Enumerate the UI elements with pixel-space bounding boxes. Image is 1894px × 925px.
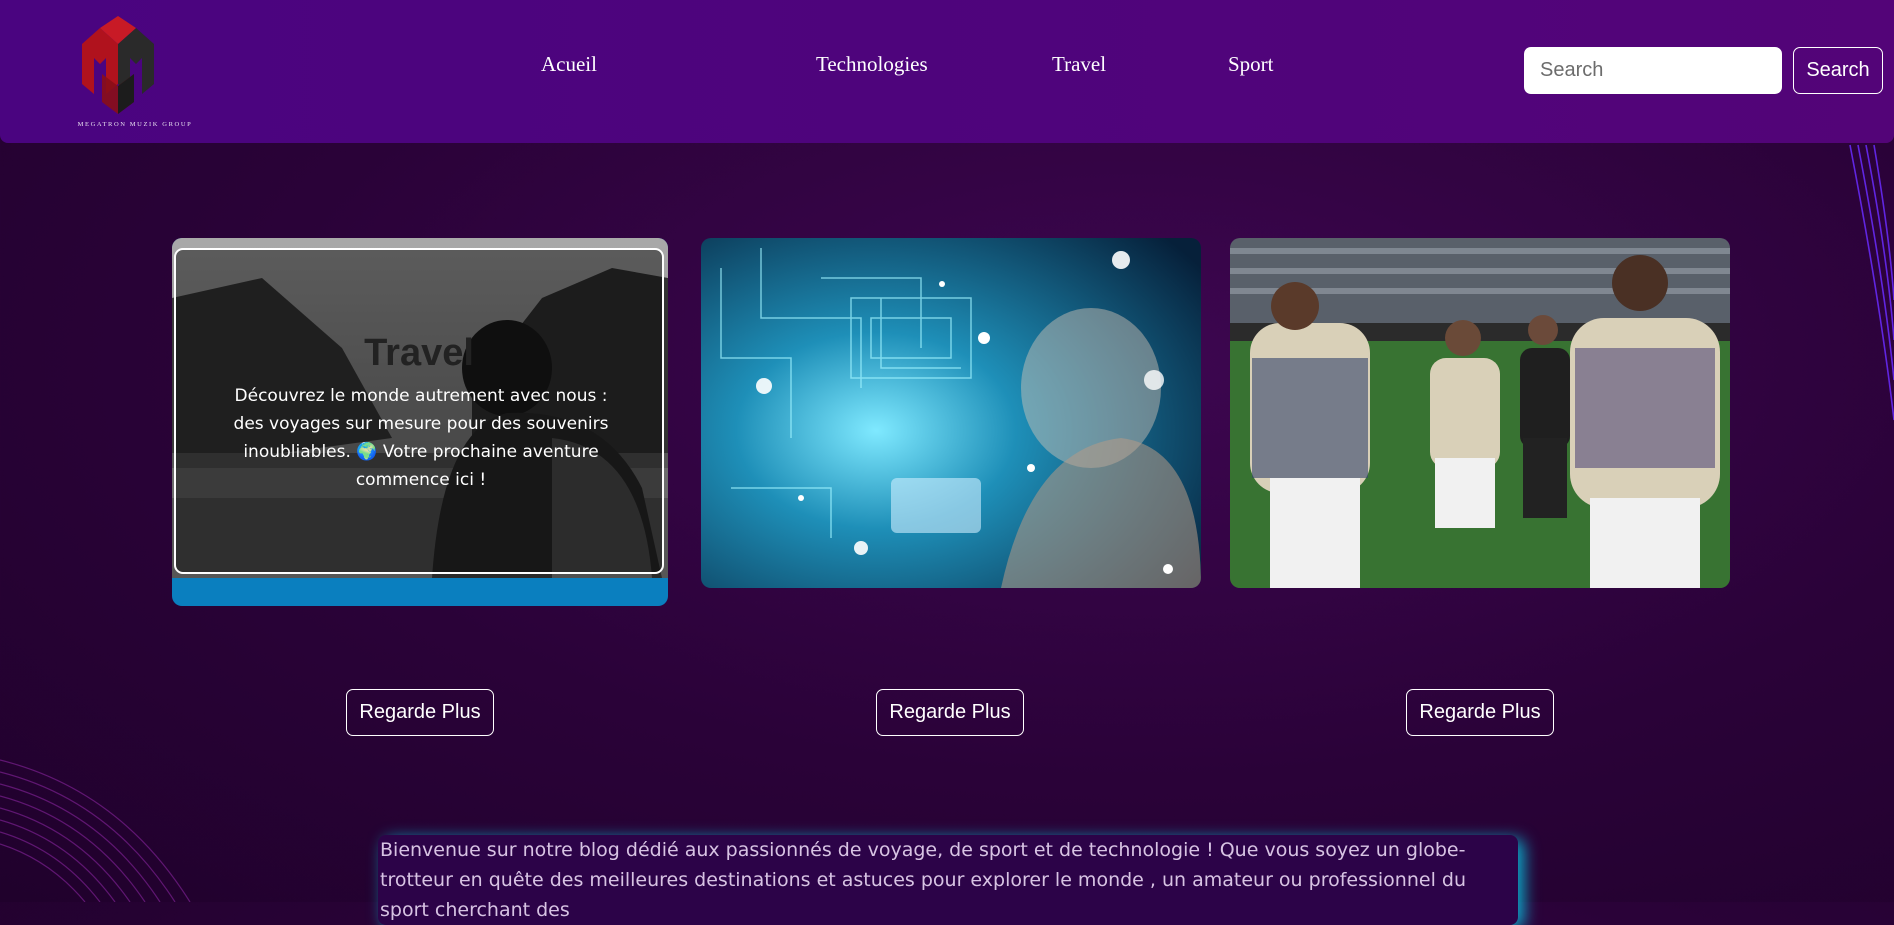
nav-link-technologies[interactable]: Technologies xyxy=(816,52,928,77)
top-navbar: MEGATRON MUZIK GROUP Acueil Technologies… xyxy=(0,0,1894,143)
logo-mark-icon xyxy=(82,16,154,114)
intro-panel: Bienvenue sur notre blog dédié aux passi… xyxy=(378,835,1518,925)
technologies-more-button[interactable]: Regarde Plus xyxy=(876,689,1024,736)
technologies-card-image xyxy=(701,238,1201,588)
sport-card[interactable] xyxy=(1230,238,1730,588)
travel-card-title: Travel xyxy=(364,332,474,374)
sport-more-button[interactable]: Regarde Plus xyxy=(1406,689,1554,736)
travel-card-overlay: Travel Découvrez le monde autrement avec… xyxy=(174,248,664,574)
nav-link-acueil[interactable]: Acueil xyxy=(541,52,597,77)
nav-link-sport[interactable]: Sport xyxy=(1228,52,1274,77)
technologies-card[interactable] xyxy=(701,238,1201,588)
intro-text: Bienvenue sur notre blog dédié aux passi… xyxy=(380,839,1466,921)
sport-card-image xyxy=(1230,238,1730,588)
travel-card[interactable]: Travel Découvrez le monde autrement avec… xyxy=(172,238,668,606)
search-input[interactable] xyxy=(1524,47,1782,94)
brand-caption: MEGATRON MUZIK GROUP xyxy=(77,121,193,128)
brand-logo[interactable]: MEGATRON MUZIK GROUP xyxy=(52,10,218,132)
search-button[interactable]: Search xyxy=(1793,47,1883,94)
travel-more-button[interactable]: Regarde Plus xyxy=(346,689,494,736)
nav-link-travel[interactable]: Travel xyxy=(1052,52,1106,77)
travel-card-description: Découvrez le monde autrement avec nous :… xyxy=(233,386,609,490)
